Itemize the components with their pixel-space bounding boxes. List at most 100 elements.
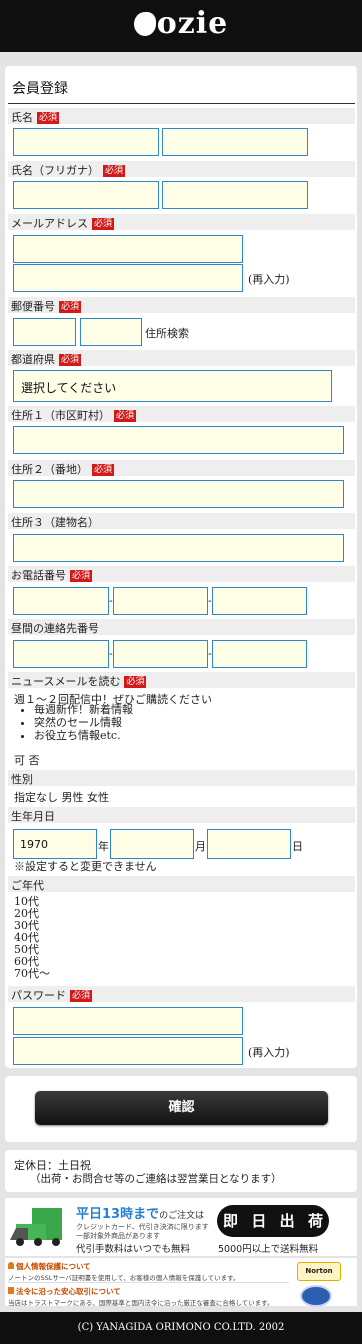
birth-year-value: 1970 [20,838,48,851]
birth-year-select[interactable]: 1970 [13,829,97,859]
required-badge: 必須 [92,218,115,230]
age-option[interactable]: 70代～ [14,968,50,980]
same-day-text: 即 日 出 荷 [223,1210,323,1231]
address3-input[interactable] [13,534,344,562]
age-options-list[interactable]: 10代 20代 30代 40代 50代 60代 70代～ [14,896,50,980]
same-day-char: 出 [279,1212,295,1230]
law-text: 当店はトラストマークにある、国際基準と国内法令に沿った厳正な審査に合格しています… [8,1299,274,1307]
banner-headline: 平日13時までのご注文は [76,1203,204,1222]
privacy-text: ノートンのSSLサーバ証明書を使用して、お客様の個人情報を保護しています。 [8,1274,240,1282]
banner-headline-suffix: のご注文は [159,1211,205,1221]
address-search-link[interactable]: 住所検索 [145,325,189,341]
address1-label: 住所１（市区町村） 必須 [11,409,137,422]
phone-part3-input[interactable] [212,587,307,615]
list-item: 毎週新作！新着情報 [34,703,133,716]
site-footer: (C) YANAGIDA ORIMONO CO.LTD. 2002 [0,1312,362,1344]
newsletter-label: ニュースメールを読む 必須 [11,675,147,688]
banner-sub2: 一部対象外商品があります [76,1232,160,1240]
address1-input[interactable] [13,426,344,454]
norton-seal-icon[interactable]: Norton [297,1262,341,1281]
privacy-title-text: 個人情報保護について [16,1262,91,1271]
trust-divider [8,1282,289,1283]
birth-note: ※設定すると変更できません [14,860,157,873]
postal-code-first-input[interactable] [13,318,76,346]
email-label: メールアドレス 必須 [11,217,115,230]
trust-mark-icon[interactable] [300,1285,332,1307]
required-badge: 必須 [92,464,115,476]
birth-label-band [8,807,355,823]
last-name-input[interactable] [13,128,159,156]
privacy-title: 個人情報保護について [8,1261,91,1272]
birth-month-select[interactable] [110,829,194,859]
password-input[interactable] [13,1007,243,1035]
list-item: 突然のセール情報 [34,716,133,729]
same-day-char: 日 [251,1212,267,1230]
postal-code-second-input[interactable] [80,318,142,346]
gender-label-band [8,770,355,786]
postal-label: 郵便番号 必須 [11,300,82,313]
law-title: 法令に沿った安心取引について [8,1286,121,1297]
banner-headline-time: 平日13時まで [76,1207,160,1222]
phone-part1-input[interactable] [13,587,109,615]
name-label: 氏名 必須 [11,111,60,124]
dayphone-part3-input[interactable] [212,640,307,668]
required-badge: 必須 [37,112,60,124]
prefecture-select[interactable]: 選択してください [13,370,332,402]
email-reenter-note: (再入力) [248,273,290,286]
gender-label: 性別 [11,773,33,786]
form-title: 会員登録 [12,81,68,97]
newsletter-benefits-list: 毎週新作！新着情報 突然のセール情報 お役立ち情報etc. [14,703,133,742]
month-unit: 月 [195,840,206,853]
dayphone-part1-input[interactable] [13,640,109,668]
phone-part2-input[interactable] [113,587,208,615]
phone-label: お電話番号 必須 [11,569,93,582]
required-badge: 必須 [124,676,147,688]
address3-label: 住所３（建物名） [11,516,99,529]
truck-icon [10,1206,70,1248]
password-confirm-input[interactable] [13,1037,243,1065]
site-logo[interactable]: ozie [0,6,362,41]
free-shipping-text: 5000円以上で送料無料 [218,1244,319,1255]
required-badge: 必須 [70,570,93,582]
day-unit: 日 [292,840,303,853]
person-icon [8,1262,14,1269]
banner-cod-text: 代引手数料はいつでも無料 [76,1244,191,1255]
logo-face-icon [133,12,156,36]
year-unit: 年 [98,840,109,853]
copyright-text: (C) YANAGIDA ORIMONO CO.LTD. 2002 [77,1322,285,1333]
banner-cod-free: 代引手数料はいつでも無料 [76,1241,190,1255]
dayphone-part2-input[interactable] [113,640,208,668]
required-badge: 必須 [70,990,93,1002]
required-badge: 必須 [59,301,82,313]
confirm-button[interactable]: 確認 [35,1091,328,1125]
prefecture-select-value: 選択してください [21,381,117,395]
address2-input[interactable] [13,480,344,508]
age-label: ご年代 [11,879,44,892]
required-badge: 必須 [103,165,126,177]
required-badge: 必須 [59,354,82,366]
address2-label: 住所２（番地） 必須 [11,463,115,476]
prefecture-label: 都道府県 必須 [11,353,82,366]
birth-day-select[interactable] [207,829,291,859]
kana-label: 氏名（フリガナ） 必須 [11,164,126,177]
list-item: お役立ち情報etc. [34,729,133,742]
law-title-text: 法令に沿った安心取引について [16,1287,121,1296]
newsletter-options[interactable]: 可 否 [14,752,40,768]
required-badge: 必須 [114,410,137,422]
holiday-detail: （出荷・お問合せ等のご連絡は翌営業日となります） [30,1173,282,1185]
email-input[interactable] [13,235,243,263]
same-day-char: 荷 [307,1212,323,1230]
password-label: パスワード 必須 [11,989,93,1002]
age-label-band [8,876,355,892]
gender-options[interactable]: 指定なし 男性 女性 [14,789,109,805]
first-name-kana-input[interactable] [162,181,308,209]
email-confirm-input[interactable] [13,264,243,292]
title-divider [8,103,355,104]
last-name-kana-input[interactable] [13,181,159,209]
birth-label: 生年月日 [11,810,55,823]
shield-icon [8,1287,14,1294]
dayphone-label: 昼間の連絡先番号 [11,622,99,635]
name-label-band [8,108,355,124]
first-name-input[interactable] [162,128,308,156]
password-reenter-note: (再入力) [248,1046,290,1059]
